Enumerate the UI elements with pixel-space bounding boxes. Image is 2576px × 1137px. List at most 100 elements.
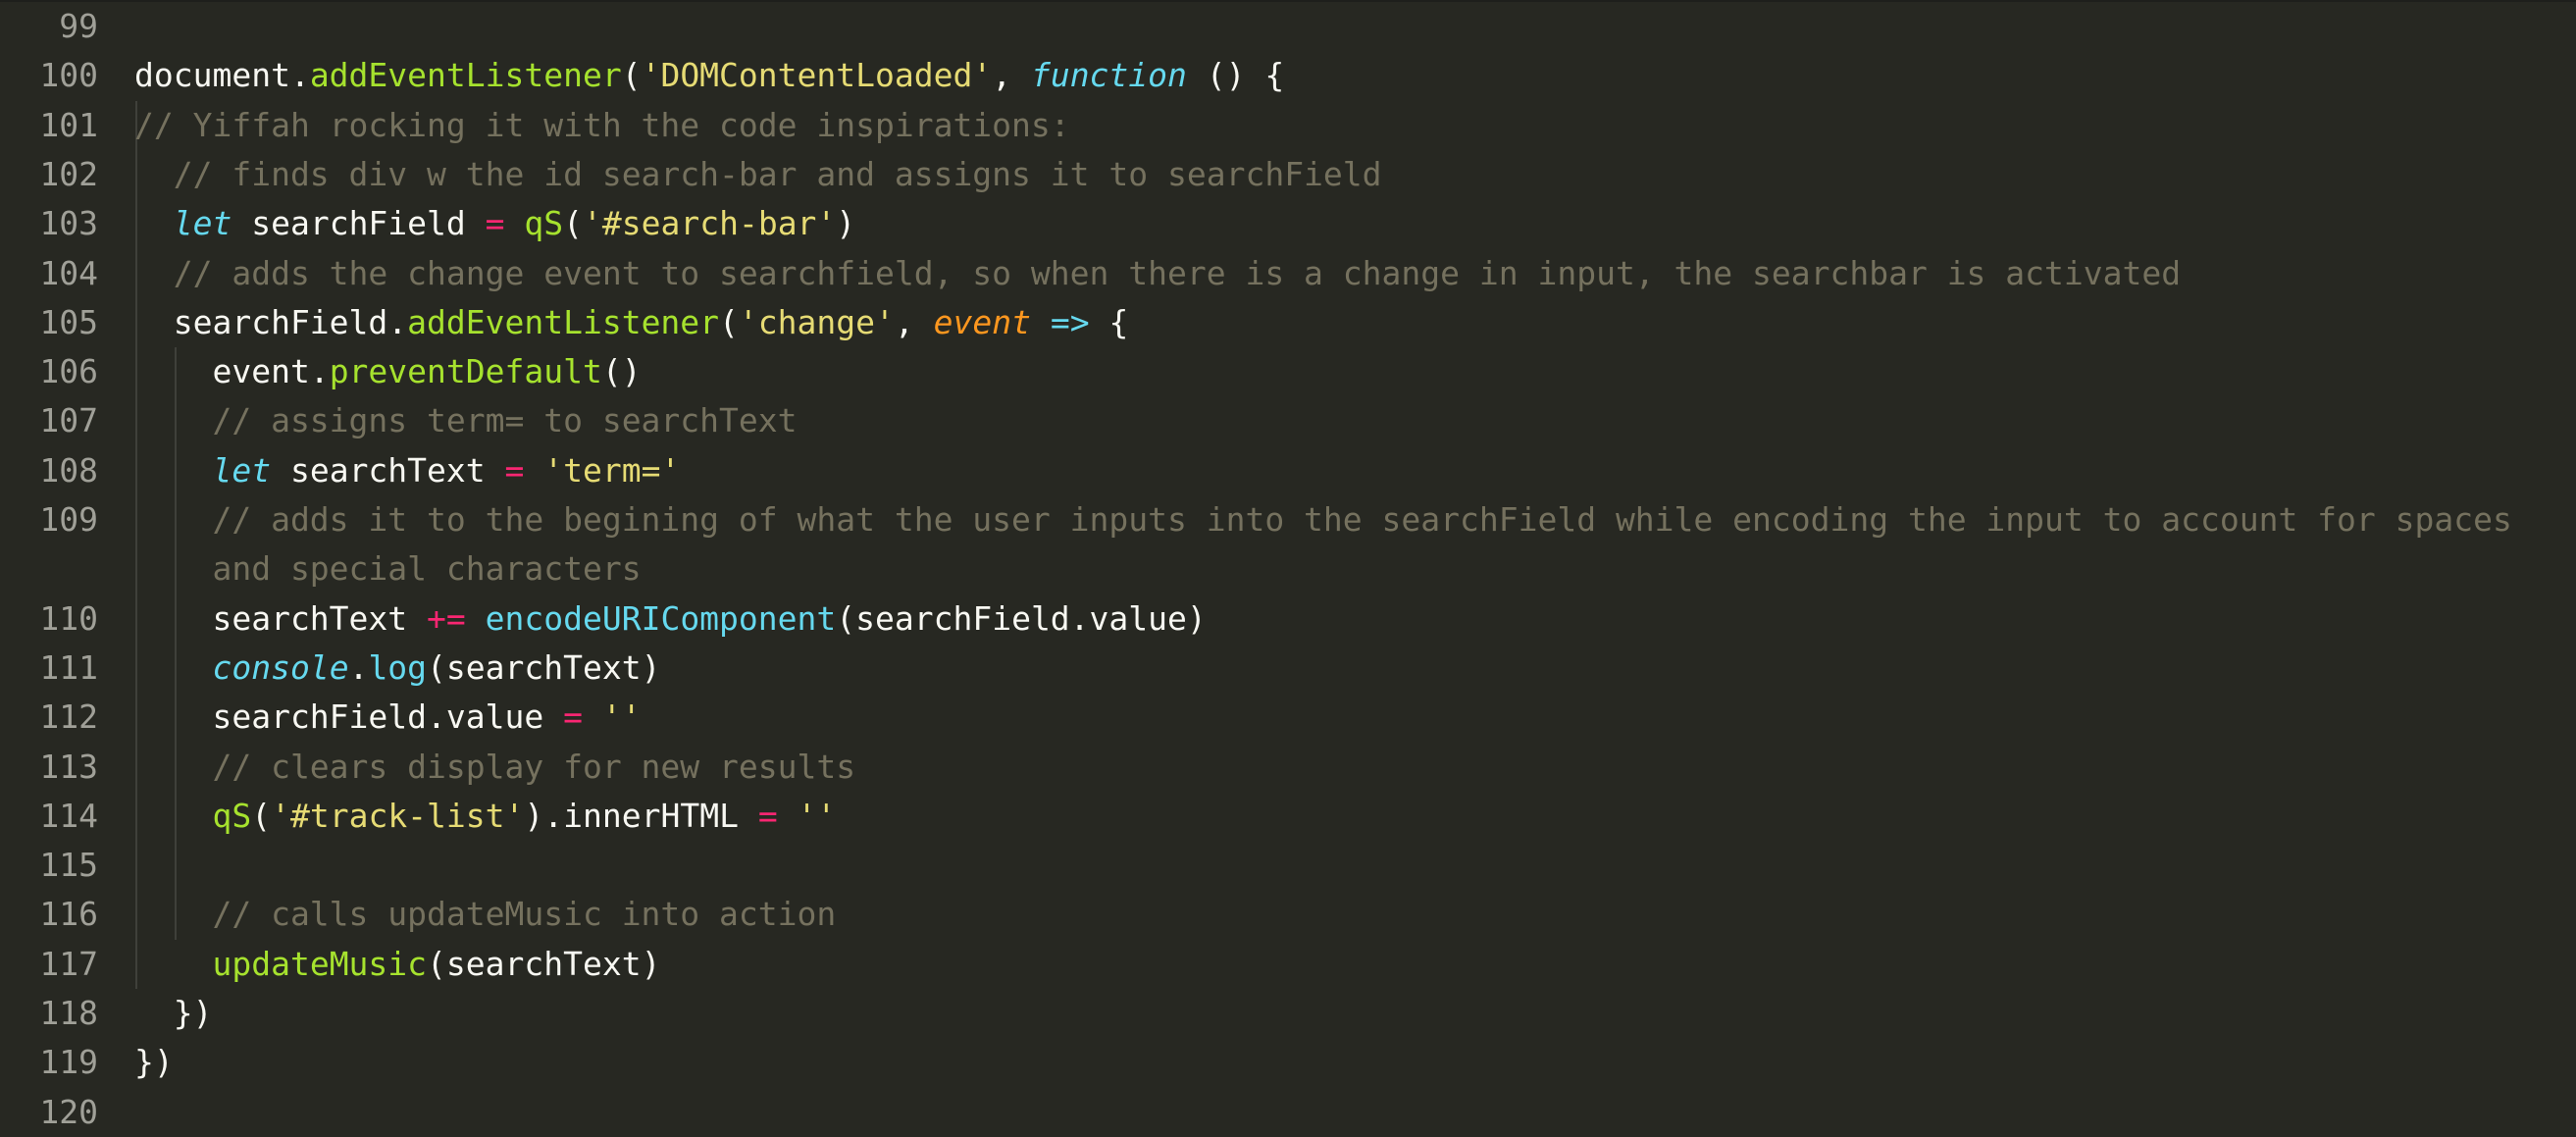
line-code: // assigns term= to searchText — [134, 396, 798, 445]
code-token: . — [348, 647, 369, 687]
line-number: 109 — [39, 500, 98, 539]
code-token: = — [757, 796, 778, 835]
line-code: // finds div w the id search-bar and ass… — [134, 150, 1382, 199]
code-line[interactable]: 119}) — [0, 1038, 2576, 1087]
code-line[interactable]: 116 // calls updateMusic into action — [0, 890, 2576, 939]
code-token: qS — [212, 796, 252, 835]
line-code: searchField.value = '' — [134, 693, 641, 742]
code-line[interactable]: and special characters — [0, 544, 2576, 594]
code-token: function — [1030, 56, 1187, 95]
code-line[interactable]: 111 console.log(searchText) — [0, 644, 2576, 693]
line-number: 106 — [39, 352, 98, 391]
code-line[interactable]: 109 // adds it to the begining of what t… — [0, 495, 2576, 544]
line-number: 104 — [39, 253, 98, 292]
line-code: searchText += encodeURIComponent(searchF… — [134, 594, 1206, 644]
code-token: () { — [1186, 56, 1285, 95]
code-line[interactable]: 101 // Yiffah rocking it with the code in… — [0, 101, 2576, 150]
line-code: let searchText = 'term=' — [134, 446, 680, 495]
code-token: addEventListener — [407, 302, 720, 341]
line-code: }) — [134, 1038, 174, 1087]
code-token: = — [504, 450, 525, 490]
code-token: '' — [797, 796, 837, 835]
code-token: addEventListener — [309, 56, 622, 95]
code-token: () — [601, 352, 642, 391]
code-line[interactable]: 108 let searchText = 'term=' — [0, 446, 2576, 495]
code-token: ) — [836, 204, 856, 243]
code-line[interactable]: 107 // assigns term= to searchText — [0, 396, 2576, 445]
code-token: and special characters — [134, 549, 642, 589]
code-token: (searchText) — [427, 944, 661, 983]
code-token: searchField.value — [134, 698, 564, 737]
line-code: // calls updateMusic into action — [134, 890, 836, 939]
code-token: += — [427, 598, 466, 638]
line-number: 117 — [39, 944, 98, 983]
line-number: 105 — [39, 302, 98, 341]
code-line[interactable]: 118 }) — [0, 989, 2576, 1038]
code-token: // calls updateMusic into action — [134, 895, 837, 934]
code-token: let — [212, 450, 272, 490]
code-line[interactable]: 103 let searchField = qS('#search-bar') — [0, 199, 2576, 248]
code-token: { — [1089, 302, 1129, 341]
code-line[interactable]: 105 searchField.addEventListener('change… — [0, 298, 2576, 347]
code-line[interactable]: 110 searchText += encodeURIComponent(sea… — [0, 594, 2576, 644]
code-token: // assigns term= to searchText — [134, 401, 798, 440]
line-number: 99 — [59, 7, 98, 45]
code-token: 'change' — [738, 302, 895, 341]
line-code: // adds the change event to searchfield,… — [134, 249, 2181, 298]
line-code: and special characters — [134, 544, 642, 594]
line-code: console.log(searchText) — [134, 644, 660, 693]
line-number: 100 — [39, 56, 98, 95]
code-line[interactable]: 100 document.addEventListener('DOMContent… — [0, 51, 2576, 100]
code-line[interactable]: 115 — [0, 841, 2576, 890]
code-token: // adds the change event to searchfield,… — [134, 253, 2182, 292]
code-token: = — [485, 204, 505, 243]
code-line[interactable]: 99 — [0, 2, 2576, 51]
line-number: 113 — [39, 747, 98, 786]
code-token: }) — [134, 1043, 174, 1082]
code-token: qS — [524, 204, 564, 243]
line-number: 119 — [39, 1043, 98, 1082]
code-token: searchText — [271, 450, 505, 490]
code-line[interactable]: 106 event.preventDefault() — [0, 347, 2576, 396]
code-line[interactable]: 117 updateMusic(searchText) — [0, 940, 2576, 989]
code-token: ( — [563, 204, 584, 243]
code-token: '#track-list' — [271, 796, 525, 835]
line-number: 101 — [39, 105, 98, 144]
line-code: let searchField = qS('#search-bar') — [134, 199, 855, 248]
line-number: 103 — [39, 204, 98, 243]
line-code: document.addEventListener('DOMContentLoa… — [134, 51, 1284, 100]
code-line[interactable]: 114 qS('#track-list').innerHTML = '' — [0, 792, 2576, 841]
line-number: 120 — [39, 1092, 98, 1131]
line-number: 114 — [39, 796, 98, 835]
code-token: ( — [251, 796, 272, 835]
code-token: => — [1050, 302, 1090, 341]
line-code: // Yiffah rocking it with the code inspi… — [134, 101, 1070, 150]
code-line[interactable]: 102 // finds div w the id search-bar and… — [0, 150, 2576, 199]
code-token: ( — [621, 56, 642, 95]
code-line[interactable]: 104 // adds the change event to searchfi… — [0, 249, 2576, 298]
code-token: , — [894, 302, 934, 341]
code-token: searchText — [134, 598, 428, 638]
code-line[interactable]: 120 — [0, 1088, 2576, 1137]
line-number: 118 — [39, 994, 98, 1032]
code-token: }) — [134, 994, 213, 1032]
code-line[interactable]: 113 // clears display for new results — [0, 743, 2576, 792]
code-line[interactable]: 112 searchField.value = '' — [0, 693, 2576, 742]
line-code: updateMusic(searchText) — [134, 940, 660, 989]
code-token: 'DOMContentLoaded' — [641, 56, 993, 95]
code-token: // Yiffah rocking it with the code inspi… — [134, 105, 1070, 144]
code-token: encodeURIComponent — [485, 598, 837, 638]
code-editor[interactable]: 99 100 document.addEventListener('DOMConte… — [0, 0, 2576, 1134]
code-token: '#search-bar' — [583, 204, 837, 243]
